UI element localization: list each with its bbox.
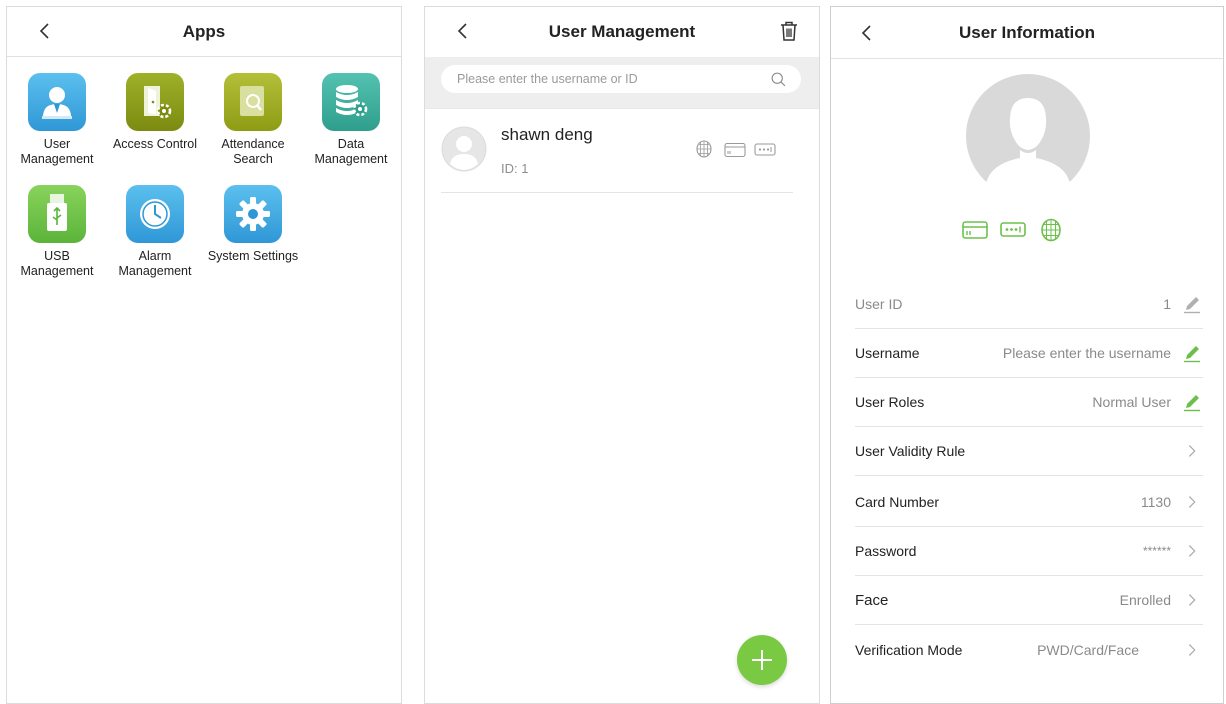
row-label: Password [855, 543, 917, 559]
user-roles-value: Normal User [1092, 394, 1171, 410]
back-arrow-icon[interactable] [33, 19, 57, 43]
back-arrow-icon[interactable] [451, 19, 475, 43]
search-box [441, 65, 801, 93]
row-label: Username [855, 345, 920, 361]
add-user-button[interactable] [737, 635, 787, 685]
edit-pencil-icon[interactable] [1182, 294, 1202, 314]
user-information-panel: User Information User ID 1 Username Plea… [830, 6, 1224, 704]
chevron-right-icon [1188, 594, 1196, 606]
apps-panel: Apps User Management Access Control Atte… [6, 6, 402, 704]
face-row[interactable]: Face Enrolled [855, 576, 1203, 625]
password-indicator-icon [754, 143, 776, 156]
page-title: User Management [548, 22, 696, 41]
app-data-management[interactable]: Data Management [302, 73, 400, 167]
user-information-header: User Information [831, 7, 1223, 59]
chevron-right-icon [1188, 545, 1196, 557]
card-number-value: 1130 [1140, 494, 1171, 510]
password-row[interactable]: Password ****** [855, 527, 1203, 576]
app-label: Alarm Management [118, 249, 192, 278]
username-row[interactable]: Username Please enter the username [855, 329, 1203, 378]
user-id: ID: 1 [501, 161, 529, 176]
password-value: ****** [1142, 544, 1171, 558]
user-management-header: User Management [425, 7, 819, 57]
chevron-right-icon [1188, 445, 1196, 457]
app-access-control[interactable]: Access Control [106, 73, 204, 152]
password-enrolled-icon [1000, 222, 1026, 237]
app-alarm-management[interactable]: Alarm Management [106, 185, 204, 279]
row-label: Face [855, 591, 889, 609]
user-id-value: 1 [1163, 296, 1171, 312]
face-value: Enrolled [1119, 592, 1171, 608]
trash-icon[interactable] [777, 19, 801, 43]
app-label: Attendance Search [221, 137, 285, 166]
row-label: Verification Mode [855, 641, 963, 658]
search-input[interactable] [457, 72, 770, 86]
row-label: Card Number [855, 494, 940, 510]
user-id-row[interactable]: User ID 1 [855, 280, 1203, 329]
face-enrolled-icon [1041, 218, 1061, 242]
user-name: shawn deng [501, 125, 593, 144]
user-validity-rule-row[interactable]: User Validity Rule [855, 427, 1203, 476]
edit-pencil-icon[interactable] [1182, 343, 1202, 363]
row-label: User ID [855, 296, 903, 312]
profile-photo[interactable] [966, 74, 1090, 198]
app-label: System Settings [207, 249, 299, 263]
settings-gear-icon [224, 185, 282, 243]
search-icon[interactable] [770, 71, 787, 88]
data-management-icon [322, 73, 380, 131]
app-label: User Management [20, 137, 94, 166]
user-management-icon [28, 73, 86, 131]
apps-header: Apps [7, 7, 401, 57]
user-management-panel: User Management shawn deng ID: 1 [424, 6, 820, 704]
app-attendance-search[interactable]: Attendance Search [204, 73, 302, 167]
app-label: Access Control [112, 137, 198, 151]
chevron-right-icon [1188, 643, 1196, 656]
plus-icon [752, 650, 772, 670]
app-system-settings[interactable]: System Settings [204, 185, 302, 264]
usb-icon [28, 185, 86, 243]
app-label: USB Management [20, 249, 94, 278]
face-indicator-icon [696, 140, 712, 158]
chevron-right-icon [1188, 496, 1196, 508]
username-value: Please enter the username [1002, 345, 1171, 361]
attendance-search-icon [224, 73, 282, 131]
card-enrolled-icon [962, 221, 988, 239]
back-arrow-icon[interactable] [855, 21, 879, 45]
app-user-management[interactable]: User Management [8, 73, 106, 167]
search-bar [425, 57, 819, 109]
app-usb-management[interactable]: USB Management [8, 185, 106, 279]
app-label: Data Management [314, 137, 388, 166]
user-avatar-icon [441, 126, 487, 172]
alarm-clock-icon [126, 185, 184, 243]
card-indicator-icon [724, 142, 746, 158]
edit-pencil-icon[interactable] [1182, 392, 1202, 412]
user-list-item[interactable]: shawn deng ID: 1 [441, 109, 793, 193]
row-label: User Validity Rule [855, 443, 966, 459]
verification-mode-row[interactable]: Verification Mode PWD/Card/Face [855, 625, 1203, 674]
page-title: Apps [182, 21, 226, 41]
page-title: User Information [958, 22, 1096, 42]
row-label: User Roles [855, 394, 925, 410]
verification-mode-value: PWD/Card/Face [1037, 641, 1139, 658]
card-number-row[interactable]: Card Number 1130 [855, 478, 1203, 527]
access-control-icon [126, 73, 184, 131]
user-roles-row[interactable]: User Roles Normal User [855, 378, 1203, 427]
